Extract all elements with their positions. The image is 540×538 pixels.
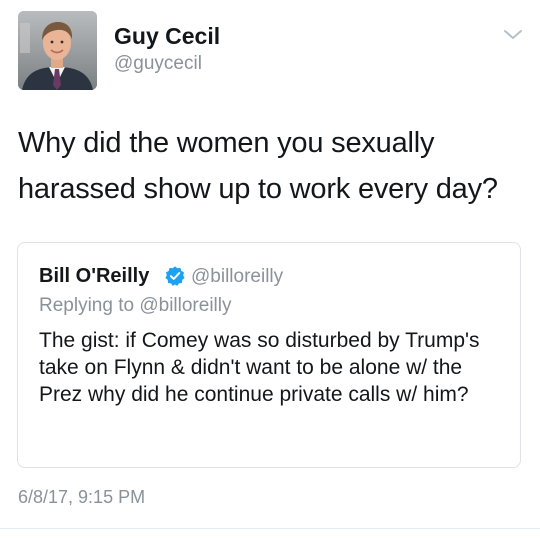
verified-badge-icon <box>165 266 185 286</box>
quoted-author-name: Bill O'Reilly <box>39 265 150 287</box>
avatar-photo <box>18 11 97 90</box>
quoted-tweet-text: The gist: if Comey was so disturbed by T… <box>39 329 480 406</box>
avatar[interactable] <box>18 11 97 90</box>
tweet-timestamp[interactable]: 6/8/17, 9:15 PM <box>18 487 145 508</box>
quoted-author-handle: @billoreilly <box>191 266 284 287</box>
divider <box>0 528 540 529</box>
tweet-text: Why did the women you sexually harassed … <box>18 127 498 205</box>
quoted-tweet-card[interactable]: Bill O'Reilly @billoreilly Replying to @… <box>17 242 521 468</box>
replying-to-label: Replying to @billoreilly <box>39 295 232 316</box>
chevron-down-icon[interactable] <box>502 27 524 43</box>
author-name[interactable]: Guy Cecil <box>114 23 220 50</box>
author-handle[interactable]: @guycecil <box>114 53 202 75</box>
